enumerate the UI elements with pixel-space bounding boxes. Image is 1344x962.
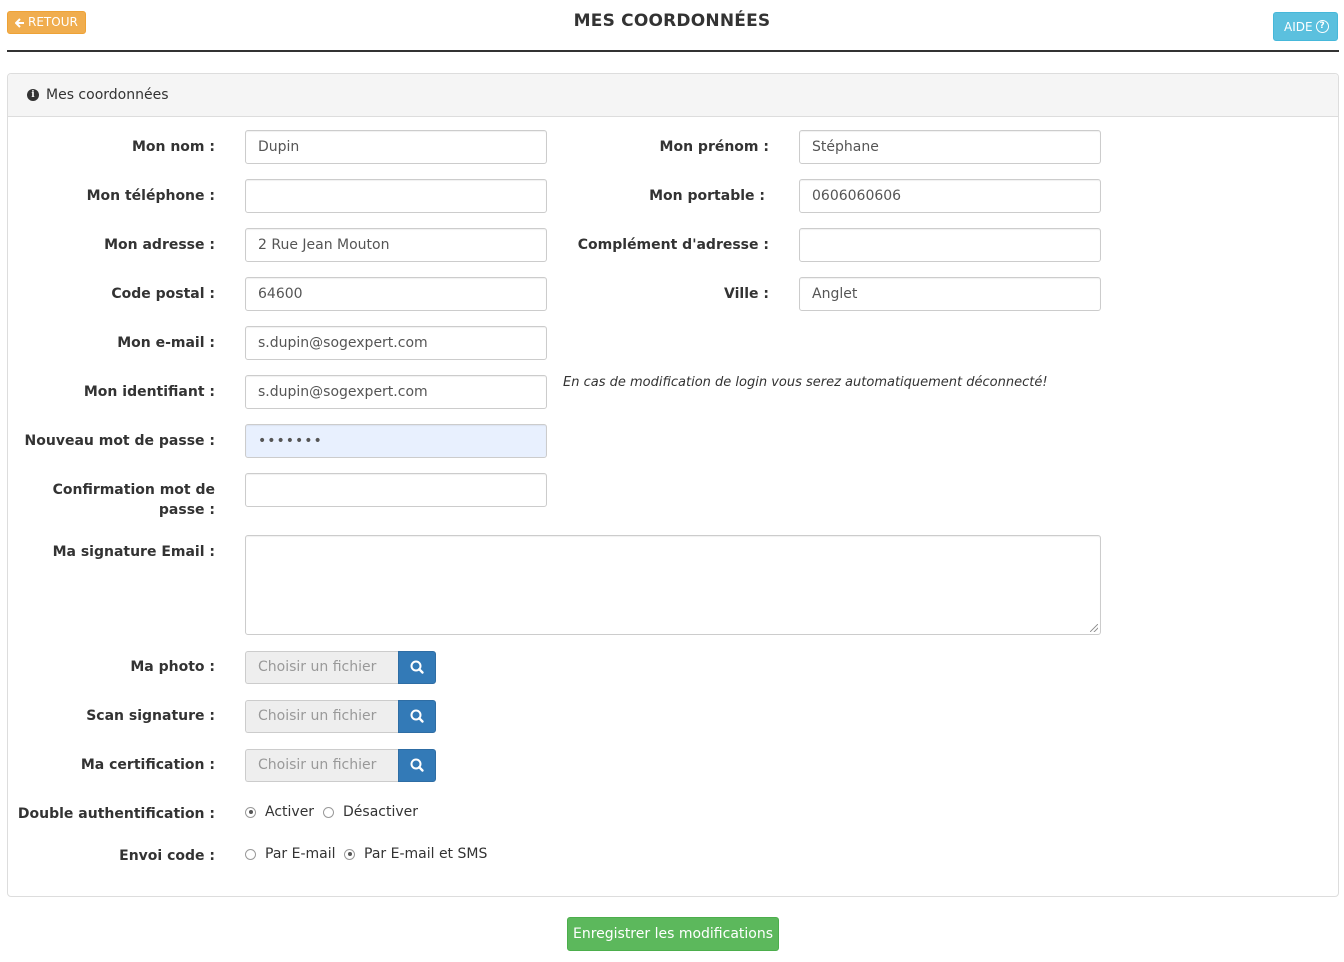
nom-input[interactable]: Dupin bbox=[245, 130, 547, 164]
label-code-postal: Code postal : bbox=[111, 286, 215, 302]
label-confirmation-mdp: Confirmation mot de passe : bbox=[52, 482, 215, 518]
scan-signature-browse-button[interactable] bbox=[398, 700, 436, 733]
top-bar: RETOUR MES COORDONNÉES AIDE ? bbox=[0, 0, 1344, 52]
signature-email-textarea[interactable] bbox=[245, 535, 1101, 635]
radio-label: Activer bbox=[265, 804, 315, 820]
label-scan-signature: Scan signature : bbox=[86, 708, 215, 724]
search-icon bbox=[410, 709, 424, 723]
label-complement: Complément d'adresse : bbox=[577, 237, 769, 253]
photo-browse-button[interactable] bbox=[398, 651, 436, 684]
label-ville: Ville : bbox=[724, 286, 769, 302]
certification-file-input[interactable]: Choisir un fichier bbox=[245, 749, 398, 782]
radio-label: Désactiver bbox=[343, 804, 418, 820]
label-adresse: Mon adresse : bbox=[104, 237, 215, 253]
search-icon bbox=[410, 660, 424, 674]
complement-input[interactable] bbox=[799, 228, 1101, 262]
radio-envoi-email-sms[interactable]: Par E-mail et SMS bbox=[344, 846, 487, 862]
radio-double-auth-activer[interactable]: Activer bbox=[245, 804, 314, 820]
telephone-input[interactable] bbox=[245, 179, 547, 213]
portable-input[interactable]: 0606060606 bbox=[799, 179, 1101, 213]
radio-unchecked-icon[interactable] bbox=[245, 848, 256, 860]
info-circle-icon: i bbox=[27, 89, 39, 101]
radio-unchecked-icon[interactable] bbox=[323, 806, 334, 818]
label-nouveau-mdp: Nouveau mot de passe : bbox=[24, 433, 215, 449]
search-icon bbox=[410, 758, 424, 772]
radio-checked-icon[interactable] bbox=[344, 848, 355, 860]
ville-input[interactable]: Anglet bbox=[799, 277, 1101, 311]
login-change-note: En cas de modification de login vous ser… bbox=[563, 375, 1048, 390]
question-circle-icon: ? bbox=[1315, 20, 1329, 33]
help-button-label: AIDE bbox=[1284, 19, 1313, 34]
label-double-auth: Double authentification : bbox=[17, 806, 215, 822]
label-envoi-code: Envoi code : bbox=[119, 848, 215, 864]
new-password-input[interactable]: ••••••• bbox=[245, 424, 547, 458]
panel-heading: i Mes coordonnées bbox=[8, 74, 1338, 117]
radio-label: Par E-mail et SMS bbox=[364, 846, 488, 862]
label-identifiant: Mon identifiant : bbox=[83, 384, 215, 400]
label-nom: Mon nom : bbox=[131, 139, 215, 155]
confirm-password-input[interactable] bbox=[245, 473, 547, 507]
panel-heading-label: Mes coordonnées bbox=[46, 87, 169, 103]
label-telephone: Mon téléphone : bbox=[86, 188, 215, 204]
title-divider bbox=[7, 50, 1339, 52]
radio-label: Par E-mail bbox=[265, 846, 336, 862]
certification-browse-button[interactable] bbox=[398, 749, 436, 782]
label-certification: Ma certification : bbox=[80, 757, 215, 773]
page-title: MES COORDONNÉES bbox=[573, 11, 771, 31]
resize-grip-icon[interactable] bbox=[1090, 624, 1098, 632]
label-prenom: Mon prénom : bbox=[659, 139, 769, 155]
scan-signature-file-input[interactable]: Choisir un fichier bbox=[245, 700, 398, 733]
help-button[interactable]: AIDE ? bbox=[1273, 12, 1338, 41]
label-portable: Mon portable : bbox=[649, 188, 765, 204]
prenom-input[interactable]: Stéphane bbox=[799, 130, 1101, 164]
identifiant-input[interactable]: s.dupin@sogexpert.com bbox=[245, 375, 547, 409]
adresse-input[interactable]: 2 Rue Jean Mouton bbox=[245, 228, 547, 262]
radio-checked-icon[interactable] bbox=[245, 806, 256, 818]
label-signature-email: Ma signature Email : bbox=[52, 544, 215, 560]
photo-file-input[interactable]: Choisir un fichier bbox=[245, 651, 398, 684]
radio-envoi-email[interactable]: Par E-mail bbox=[245, 846, 336, 862]
save-button[interactable]: Enregistrer les modifications bbox=[567, 917, 779, 951]
label-email: Mon e-mail : bbox=[117, 335, 215, 351]
email-input[interactable]: s.dupin@sogexpert.com bbox=[245, 326, 547, 360]
code-postal-input[interactable]: 64600 bbox=[245, 277, 547, 311]
label-photo: Ma photo : bbox=[130, 659, 215, 675]
radio-double-auth-desactiver[interactable]: Désactiver bbox=[323, 804, 418, 820]
